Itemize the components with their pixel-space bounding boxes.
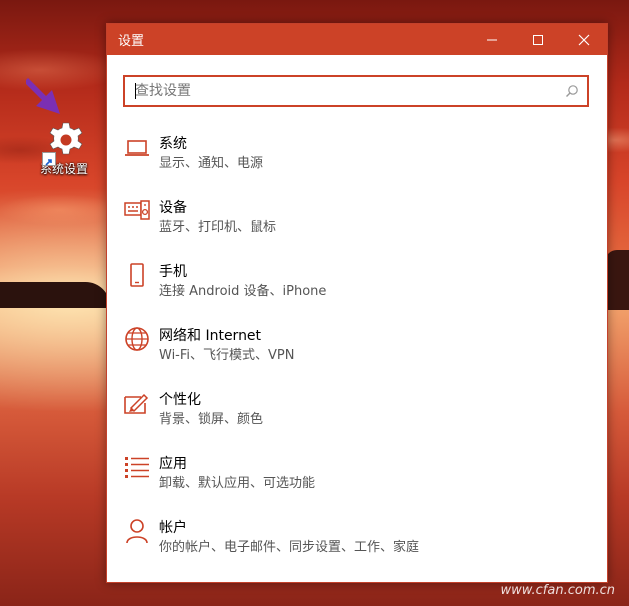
item-title: 设备 <box>159 200 187 216</box>
search-input[interactable] <box>125 77 555 105</box>
settings-item-phone[interactable]: 手机 连接 Android 设备、iPhone <box>107 259 607 323</box>
wallpaper-rock <box>605 250 629 310</box>
item-description: 显示、通知、电源 <box>159 156 264 171</box>
settings-item-personalization[interactable]: 个性化 背景、锁屏、颜色 <box>107 387 607 451</box>
item-description: 你的帐户、电子邮件、同步设置、工作、家庭 <box>159 540 420 555</box>
settings-item-devices[interactable]: 设备 蓝牙、打印机、鼠标 <box>107 195 607 259</box>
maximize-button[interactable] <box>515 24 561 55</box>
wallpaper-landmass <box>0 282 110 308</box>
search-box[interactable] <box>123 75 589 107</box>
settings-item-network[interactable]: 网络和 Internet Wi-Fi、飞行模式、VPN <box>107 323 607 387</box>
window-title: 设置 <box>118 34 145 49</box>
settings-item-accounts[interactable]: 帐户 你的帐户、电子邮件、同步设置、工作、家庭 <box>107 515 607 579</box>
close-icon <box>578 34 590 45</box>
purple-arrow-icon <box>26 78 60 114</box>
item-title: 系统 <box>159 136 187 152</box>
item-description: 卸载、默认应用、可选功能 <box>159 476 316 491</box>
text-caret <box>135 83 136 99</box>
globe-icon <box>125 327 149 351</box>
desktop-shortcut-system-settings[interactable]: 系统设置 <box>36 122 96 177</box>
search-icon[interactable] <box>565 84 579 98</box>
item-title: 手机 <box>159 264 187 280</box>
paint-icon <box>124 393 149 414</box>
shortcut-arrow-icon <box>42 152 56 166</box>
title-bar[interactable]: 设置 <box>107 24 607 55</box>
minimize-button[interactable] <box>469 24 515 55</box>
item-title: 帐户 <box>159 520 187 536</box>
item-title: 网络和 Internet <box>159 328 262 344</box>
person-icon <box>126 519 148 544</box>
settings-item-apps[interactable]: 应用 卸载、默认应用、可选功能 <box>107 451 607 515</box>
settings-window: 设置 系统 显示、通知、电源 <box>106 23 608 583</box>
settings-category-list: 系统 显示、通知、电源 设备 蓝牙、打印机、鼠标 手机 连接 Android 设… <box>107 131 607 579</box>
item-title: 个性化 <box>159 392 201 408</box>
item-description: Wi-Fi、飞行模式、VPN <box>159 348 295 363</box>
minimize-icon <box>487 39 497 40</box>
item-title: 应用 <box>159 456 187 472</box>
watermark-text: www.cfan.com.cn <box>500 583 615 598</box>
phone-icon <box>130 263 144 287</box>
laptop-icon <box>125 140 149 156</box>
devices-icon <box>124 200 150 220</box>
close-button[interactable] <box>561 24 607 55</box>
settings-item-system[interactable]: 系统 显示、通知、电源 <box>107 131 607 195</box>
item-description: 蓝牙、打印机、鼠标 <box>159 220 277 235</box>
item-description: 背景、锁屏、颜色 <box>159 412 264 427</box>
apps-list-icon <box>125 457 149 478</box>
maximize-icon <box>533 34 543 45</box>
item-description: 连接 Android 设备、iPhone <box>159 284 327 299</box>
